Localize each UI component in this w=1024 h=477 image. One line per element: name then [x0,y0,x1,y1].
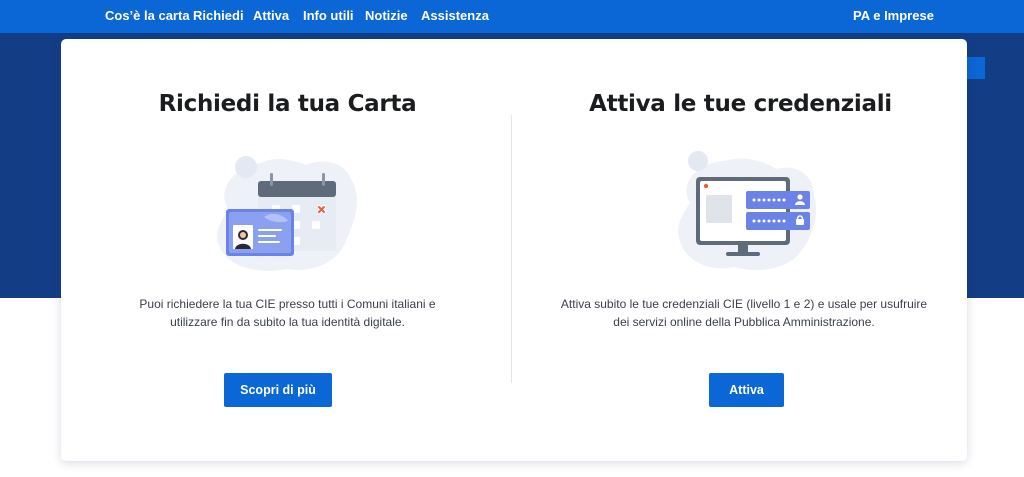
nav-item-notizie[interactable]: Notizie [365,8,408,23]
activate-credentials-panel: Attiva le tue credenziali Attiva subito … [514,39,967,461]
panel-title: Attiva le tue credenziali [589,91,892,117]
panel-description-line-2: utilizzare fin da subito la tua identità… [170,315,405,329]
monitor-credentials-icon [677,151,817,271]
attiva-button[interactable]: Attiva [709,373,784,407]
nav-item-pa-e-imprese[interactable]: PA e Imprese [853,8,934,23]
panel-description-line-1: Puoi richiedere la tua CIE presso tutti … [139,297,436,311]
top-navigation: Cos’è la carta Richiedi Attiva Info util… [0,0,1024,33]
nav-item-assistenza[interactable]: Assistenza [421,8,489,23]
hero-accent-block [964,57,985,79]
panel-description-line-1: Attiva subito le tue credenziali CIE (li… [560,297,928,311]
content-card: Richiedi la tua Carta Puoi richiedere la… [61,39,967,461]
panel-description-line-2: dei servizi online della Pubblica Ammini… [613,315,875,329]
panel-description: Attiva subito le tue credenziali CIE (li… [539,295,949,331]
request-card-panel: Richiedi la tua Carta Puoi richiedere la… [61,39,514,461]
nav-item-attiva[interactable]: Attiva [253,8,289,23]
id-card-calendar-icon [217,156,357,271]
nav-item-info-utili[interactable]: Info utili [303,8,354,23]
scopri-di-piu-button[interactable]: Scopri di più [224,373,332,407]
panel-description: Puoi richiedere la tua CIE presso tutti … [101,295,474,331]
nav-item-cos-e-la-carta[interactable]: Cos’è la carta [105,8,190,23]
panel-title: Richiedi la tua Carta [158,91,417,117]
nav-item-richiedi[interactable]: Richiedi [193,8,244,23]
